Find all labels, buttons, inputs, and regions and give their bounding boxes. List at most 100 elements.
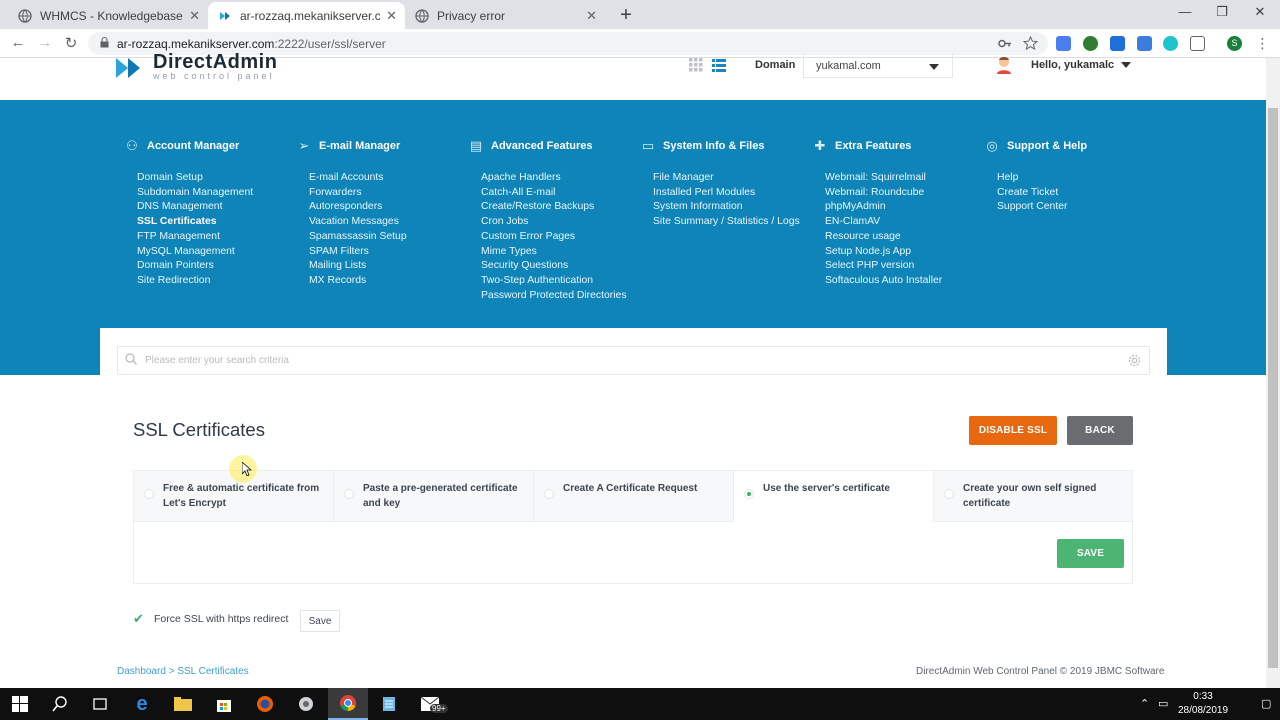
menu-item-support-center[interactable]: Support Center <box>997 200 1155 215</box>
chevron-up-icon[interactable]: ⌃ <box>1140 697 1149 710</box>
menu-item-ssl-certificates[interactable]: SSL Certificates <box>137 215 295 230</box>
menu-item-en-clamav[interactable]: EN-ClamAV <box>825 215 983 230</box>
menu-item-system-information[interactable]: System Information <box>653 200 811 215</box>
menu-item-spam-filters[interactable]: SPAM Filters <box>309 245 467 260</box>
radio-button[interactable] <box>944 489 954 499</box>
breadcrumb[interactable]: Dashboard > SSL Certificates <box>117 666 249 677</box>
edge-browser-icon[interactable]: e <box>122 688 162 720</box>
directadmin-logo-icon[interactable] <box>116 56 148 80</box>
close-icon[interactable]: ✕ <box>586 8 597 24</box>
disable-ssl-button[interactable]: DISABLE SSL <box>969 416 1057 445</box>
tab-directadmin[interactable]: ar-rozzaq.mekanikserver.com | S ✕ <box>208 2 405 29</box>
close-icon[interactable]: ✕ <box>189 8 200 24</box>
menu-item-webmail-roundcube[interactable]: Webmail: Roundcube <box>825 186 983 201</box>
menu-item-security-questions[interactable]: Security Questions <box>481 259 639 274</box>
save-button[interactable]: SAVE <box>1057 539 1124 568</box>
menu-item-forwarders[interactable]: Forwarders <box>309 186 467 201</box>
back-arrow-icon[interactable]: ← <box>9 34 27 51</box>
store-icon[interactable] <box>204 688 244 720</box>
menu-item-apache-handlers[interactable]: Apache Handlers <box>481 171 639 186</box>
task-view-icon[interactable] <box>80 688 120 720</box>
menu-item-select-php-version[interactable]: Select PHP version <box>825 259 983 274</box>
new-tab-button[interactable]: + <box>616 4 636 27</box>
scrollbar-thumb[interactable] <box>1268 108 1278 668</box>
menu-item-autoresponders[interactable]: Autoresponders <box>309 200 467 215</box>
maximize-button[interactable]: ❐ <box>1212 4 1232 20</box>
profile-avatar[interactable]: S <box>1227 36 1242 51</box>
more-menu-icon[interactable]: ⋮ <box>1255 36 1270 51</box>
gear-icon[interactable] <box>1128 354 1141 370</box>
back-button[interactable]: BACK <box>1067 416 1133 445</box>
translate-extension-icon[interactable] <box>1056 36 1071 51</box>
domain-select[interactable]: yukamal.com <box>803 54 953 78</box>
chrome-icon[interactable] <box>328 688 368 720</box>
menu-item-domain-setup[interactable]: Domain Setup <box>137 171 295 186</box>
menu-item-file-manager[interactable]: File Manager <box>653 171 811 186</box>
globe-extension-icon[interactable] <box>1083 36 1098 51</box>
checkmark-icon[interactable]: ✔ <box>133 612 147 626</box>
tab-whmcs[interactable]: WHMCS - Knowledgebase ✕ <box>8 2 209 29</box>
reload-icon[interactable]: ↻ <box>62 34 80 52</box>
tab-privacy-error[interactable]: Privacy error ✕ <box>405 2 605 29</box>
menu-item-phpmyadmin[interactable]: phpMyAdmin <box>825 200 983 215</box>
firefox-icon[interactable] <box>245 688 285 720</box>
menu-item-setup-nodejs-app[interactable]: Setup Node.js App <box>825 245 983 260</box>
menu-item-create-ticket[interactable]: Create Ticket <box>997 186 1155 201</box>
mail-app-icon[interactable]: 99+ <box>410 688 450 720</box>
menu-item-password-protected-directories[interactable]: Password Protected Directories <box>481 289 639 304</box>
taskbar-clock[interactable]: 0:33 28/08/2019 <box>1178 690 1228 718</box>
menu-item-site-summary[interactable]: Site Summary / Statistics / Logs <box>653 215 811 230</box>
close-icon[interactable]: ✕ <box>386 8 397 24</box>
menu-item-ftp-management[interactable]: FTP Management <box>137 230 295 245</box>
menu-item-installed-perl-modules[interactable]: Installed Perl Modules <box>653 186 811 201</box>
menu-item-cron-jobs[interactable]: Cron Jobs <box>481 215 639 230</box>
menu-item-catch-all-email[interactable]: Catch-All E-mail <box>481 186 639 201</box>
option-self-signed[interactable]: Create your own self signed certificate <box>934 471 1132 522</box>
menu-item-create-restore-backups[interactable]: Create/Restore Backups <box>481 200 639 215</box>
menu-item-custom-error-pages[interactable]: Custom Error Pages <box>481 230 639 245</box>
star-icon[interactable] <box>1022 35 1039 51</box>
menu-item-mime-types[interactable]: Mime Types <box>481 245 639 260</box>
menu-item-two-step-authentication[interactable]: Two-Step Authentication <box>481 274 639 289</box>
new-extension-icon[interactable] <box>1110 36 1125 51</box>
radio-button[interactable] <box>144 489 154 499</box>
windows-start-icon[interactable] <box>0 688 40 720</box>
forward-arrow-icon[interactable]: → <box>36 34 54 51</box>
notepad-icon[interactable] <box>369 688 409 720</box>
menu-item-vacation-messages[interactable]: Vacation Messages <box>309 215 467 230</box>
screenshot-extension-icon[interactable] <box>1190 36 1205 51</box>
screen-extension-icon[interactable] <box>1137 36 1152 51</box>
network-icon[interactable]: ▭ <box>1158 697 1168 710</box>
menu-item-mx-records[interactable]: MX Records <box>309 274 467 289</box>
menu-item-webmail-squirrelmail[interactable]: Webmail: Squirrelmail <box>825 171 983 186</box>
close-window-button[interactable]: ✕ <box>1250 4 1270 20</box>
app-icon[interactable] <box>286 688 326 720</box>
menu-item-mysql-management[interactable]: MySQL Management <box>137 245 295 260</box>
search-input[interactable] <box>145 355 1105 366</box>
menu-item-spamassassin-setup[interactable]: Spamassassin Setup <box>309 230 467 245</box>
notification-center-icon[interactable]: ▢ <box>1261 697 1271 710</box>
menu-item-dns-management[interactable]: DNS Management <box>137 200 295 215</box>
menu-item-mailing-lists[interactable]: Mailing Lists <box>309 259 467 274</box>
menu-item-domain-pointers[interactable]: Domain Pointers <box>137 259 295 274</box>
option-certificate-request[interactable]: Create A Certificate Request <box>534 471 734 522</box>
menu-item-resource-usage[interactable]: Resource usage <box>825 230 983 245</box>
radio-button[interactable] <box>344 489 354 499</box>
option-server-certificate[interactable]: Use the server's certificate <box>734 471 934 522</box>
option-paste-certificate[interactable]: Paste a pre-generated certificate and ke… <box>334 471 534 522</box>
grid-view-icon[interactable] <box>689 58 703 72</box>
minimize-button[interactable]: — <box>1175 4 1195 19</box>
radio-button-selected[interactable] <box>744 489 754 499</box>
list-view-icon[interactable] <box>712 58 726 72</box>
file-explorer-icon[interactable] <box>163 688 203 720</box>
react-extension-icon[interactable] <box>1163 36 1178 51</box>
menu-item-softaculous[interactable]: Softaculous Auto Installer <box>825 274 983 289</box>
menu-item-site-redirection[interactable]: Site Redirection <box>137 274 295 289</box>
menu-item-subdomain-management[interactable]: Subdomain Management <box>137 186 295 201</box>
search-icon[interactable] <box>40 688 80 720</box>
menu-item-help[interactable]: Help <box>997 171 1155 186</box>
menu-item-email-accounts[interactable]: E-mail Accounts <box>309 171 467 186</box>
force-ssl-save-button[interactable]: Save <box>300 610 340 632</box>
user-greeting[interactable]: Hello, yukamalc <box>1031 59 1132 71</box>
key-icon[interactable] <box>997 36 1012 51</box>
